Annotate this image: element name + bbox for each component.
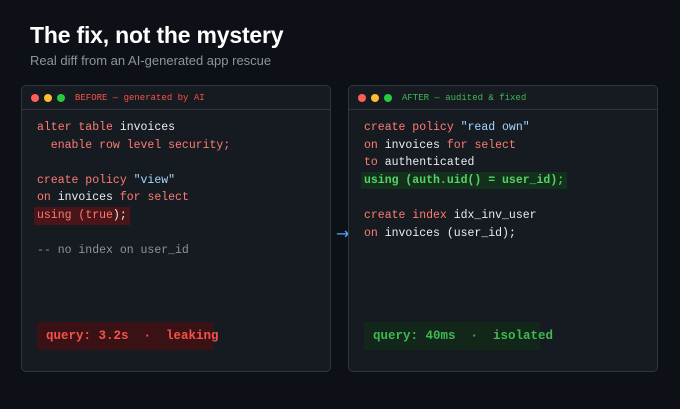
- code-line: to authenticated: [364, 154, 567, 172]
- code-token: idx_inv_user: [453, 208, 537, 222]
- code-line: create policy "view": [37, 172, 230, 190]
- before-title: BEFORE — generated by AI: [75, 92, 205, 103]
- close-dot-icon[interactable]: [31, 93, 39, 102]
- code-line: on invoices for select: [364, 137, 567, 155]
- code-line: create index idx_inv_user: [364, 207, 567, 225]
- code-token: "read own": [460, 121, 530, 134]
- highlighted-span: using (true);: [34, 206, 130, 225]
- code-token: create policy: [37, 173, 134, 187]
- code-token: invoices (user_id);: [384, 226, 516, 240]
- page-subtitle: Real diff from an AI-generated app rescu…: [30, 53, 272, 68]
- code-token: "view": [133, 173, 176, 187]
- code-token: using (auth.uid() = user_id);: [364, 173, 565, 187]
- maximize-dot-icon[interactable]: [384, 93, 392, 102]
- code-token: alter table: [37, 121, 120, 134]
- code-line: on invoices (user_id);: [364, 225, 567, 243]
- code-line: on invoices for select: [37, 189, 230, 207]
- after-title: AFTER — audited & fixed: [402, 92, 527, 103]
- code-token: on: [37, 191, 58, 205]
- code-token: authenticated: [384, 156, 475, 170]
- code-line: enable row level security;: [37, 137, 230, 155]
- code-token: enable row level security;: [37, 138, 231, 152]
- code-line: -- no index on user_id: [37, 242, 230, 260]
- code-line: using (auth.uid() = user_id);: [361, 171, 568, 190]
- page-title: The fix, not the mystery: [30, 22, 284, 48]
- code-token: using (: [37, 208, 86, 222]
- before-status-badge: query: 3.2s · leaking: [37, 322, 219, 350]
- before-panel: BEFORE — generated by AI alter table inv…: [21, 85, 331, 372]
- after-titlebar: AFTER — audited & fixed: [349, 86, 657, 110]
- before-titlebar: BEFORE — generated by AI: [22, 86, 330, 110]
- code-line: using (true);: [34, 206, 230, 225]
- code-token: -- no index on user_id: [37, 244, 189, 258]
- after-panel: AFTER — audited & fixed create policy "r…: [348, 85, 658, 372]
- code-token: create index: [364, 208, 454, 222]
- code-token: on: [364, 138, 385, 152]
- code-line: create policy "read own": [364, 119, 567, 137]
- minimize-dot-icon[interactable]: [44, 93, 52, 102]
- minimize-dot-icon[interactable]: [371, 93, 379, 102]
- before-code-block: alter table invoices enable row level se…: [34, 119, 230, 260]
- code-token: on: [364, 226, 385, 240]
- code-token: create policy: [364, 121, 461, 134]
- after-code-block: create policy "read own" on invoices for …: [361, 119, 568, 243]
- code-line: alter table invoices: [37, 119, 230, 137]
- code-token: invoices: [119, 121, 176, 134]
- code-token: to: [364, 156, 385, 170]
- code-token: invoices: [384, 138, 447, 152]
- code-token: );: [112, 208, 127, 222]
- code-token: for select: [446, 138, 516, 152]
- code-token: for select: [119, 191, 189, 205]
- maximize-dot-icon[interactable]: [57, 93, 65, 102]
- close-dot-icon[interactable]: [358, 93, 366, 102]
- code-token: invoices: [57, 191, 120, 205]
- highlighted-span: using (auth.uid() = user_id);: [361, 171, 568, 190]
- code-token: true: [85, 208, 113, 222]
- after-status-badge: query: 40ms · isolated: [364, 322, 553, 350]
